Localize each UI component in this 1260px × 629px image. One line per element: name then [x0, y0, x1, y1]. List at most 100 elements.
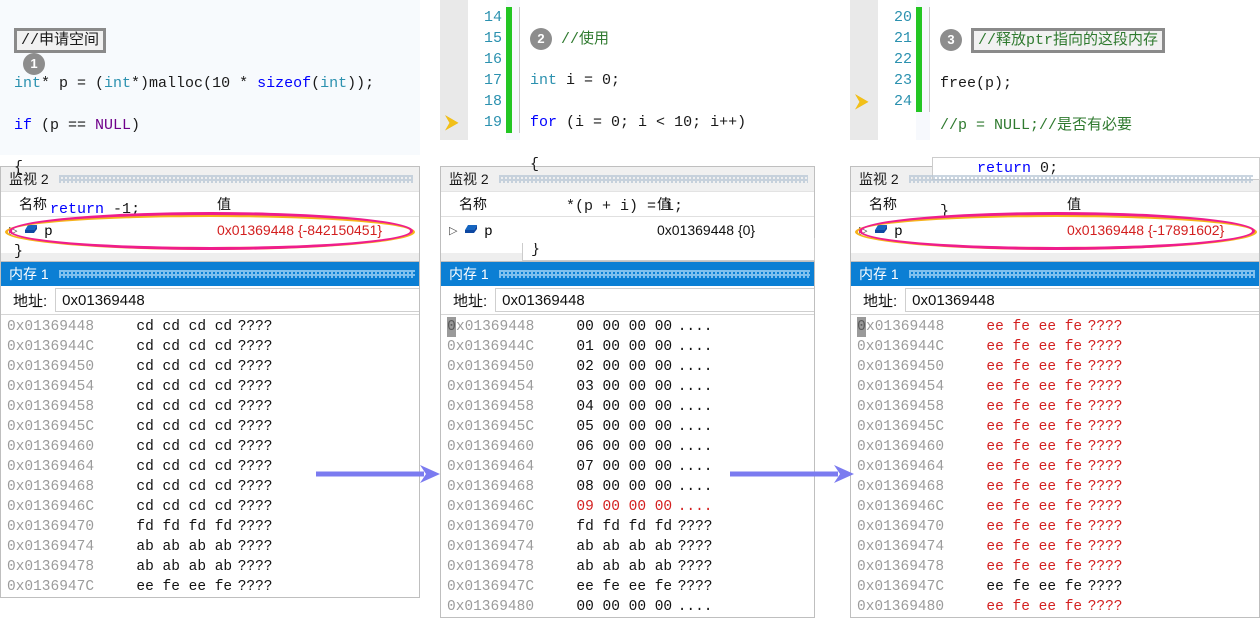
memory-row-ascii: ????	[229, 319, 273, 335]
memory-row[interactable]: 0x0136946C cd cd cd cd ????	[1, 497, 419, 517]
memory-row-bytes: ee fe ee fe	[969, 499, 1083, 515]
memory-row[interactable]: 0x01369460 ee fe ee fe ????	[851, 437, 1259, 457]
memory-row-bytes: 04 00 00 00	[559, 399, 673, 415]
memory-row[interactable]: 0x01369464 ee fe ee fe ????	[851, 457, 1259, 477]
memory-row[interactable]: 0x01369450 02 00 00 00 ....	[441, 357, 814, 377]
flow-arrow-1-to-2	[316, 465, 440, 483]
memory-row-bytes: ee fe ee fe	[969, 439, 1083, 455]
memory-row[interactable]: 0x01369468 ee fe ee fe ????	[851, 477, 1259, 497]
memory-row-address: 0x01369460	[7, 439, 95, 455]
expand-triangle-icon[interactable]: ▷	[9, 224, 17, 237]
memory-row[interactable]: 0x0136946C ee fe ee fe ????	[851, 497, 1259, 517]
memory-row-ascii: ....	[669, 459, 713, 475]
memory-row-ascii: ....	[669, 479, 713, 495]
memory-row[interactable]: 0x01369454 cd cd cd cd ????	[1, 377, 419, 397]
memory-row-ascii: ????	[669, 539, 713, 555]
memory-row[interactable]: 0x01369474 ee fe ee fe ????	[851, 537, 1259, 557]
memory-row[interactable]: 0x01369460 cd cd cd cd ????	[1, 437, 419, 457]
memory-row[interactable]: 0x01369450 cd cd cd cd ????	[1, 357, 419, 377]
memory-row-address: 0x01369450	[7, 359, 95, 375]
memory-row[interactable]: 0x01369454 ee fe ee fe ????	[851, 377, 1259, 397]
memory-row[interactable]: 0x01369470 fd fd fd fd ????	[441, 517, 814, 537]
memory-address-bar[interactable]: 地址: 0x01369448	[851, 286, 1259, 315]
memory-row[interactable]: 0x01369458 04 00 00 00 ....	[441, 397, 814, 417]
memory-row[interactable]: 0x0136944C cd cd cd cd ????	[1, 337, 419, 357]
code-editor-2[interactable]: ⮞ 14 15 16 17 18 19 2 //使用 int i = 0; for (i …	[440, 0, 815, 261]
memory-row[interactable]: 0x01369478 ee fe ee fe ????	[851, 557, 1259, 577]
memory-row[interactable]: 0x01369458 cd cd cd cd ????	[1, 397, 419, 417]
memory-row-ascii: ....	[669, 359, 713, 375]
title-dots	[908, 270, 1255, 278]
memory-row[interactable]: 0x01369448 ee fe ee fe ????	[851, 317, 1259, 337]
memory-row[interactable]: 0x01369470 fd fd fd fd ????	[1, 517, 419, 537]
memory-row[interactable]: 0x0136947C ee fe ee fe ????	[851, 577, 1259, 597]
memory-row[interactable]: 0x01369474 ab ab ab ab ????	[1, 537, 419, 557]
memory-row[interactable]: 0x0136946C 09 00 00 00 ....	[441, 497, 814, 517]
memory-row[interactable]: 0x01369478 ab ab ab ab ????	[1, 557, 419, 577]
memory-row[interactable]: 0x01369478 ab ab ab ab ????	[441, 557, 814, 577]
memory-row-ascii: ????	[1079, 479, 1123, 495]
memory-row-ascii: ????	[229, 479, 273, 495]
title-dots	[908, 175, 1253, 183]
memory-row[interactable]: 0x01369474 ab ab ab ab ????	[441, 537, 814, 557]
memory-row-bytes: 07 00 00 00	[559, 459, 673, 475]
memory-row[interactable]: 0x0136947C ee fe ee fe ????	[441, 577, 814, 597]
memory-row[interactable]: 0x0136945C cd cd cd cd ????	[1, 417, 419, 437]
editor-breakpoint-gutter[interactable]: ⮞	[440, 0, 468, 140]
memory-row-address: 0x0136946C	[857, 499, 945, 515]
memory-row-address: 0x0136945C	[7, 419, 95, 435]
step-badge-2: 2	[530, 28, 552, 50]
editor-breakpoint-gutter[interactable]: ⮞	[850, 0, 878, 140]
memory-row-address: 0x01369460	[857, 439, 945, 455]
code-text-3: 3 //释放ptr指向的这段内存 free(p); //p = NULL;//是…	[930, 0, 1260, 220]
memory-row[interactable]: 0x01369470 ee fe ee fe ????	[851, 517, 1259, 537]
memory-row-ascii: ????	[669, 519, 713, 535]
expand-triangle-icon[interactable]: ▷	[449, 224, 457, 237]
memory-row[interactable]: 0x01369454 03 00 00 00 ....	[441, 377, 814, 397]
memory-row-bytes: fd fd fd fd	[119, 519, 233, 535]
memory-row-ascii: ????	[229, 559, 273, 575]
memory-row[interactable]: 0x01369448 cd cd cd cd ????	[1, 317, 419, 337]
memory-row[interactable]: 0x01369480 00 00 00 00 ....	[441, 597, 814, 617]
memory-row-bytes: cd cd cd cd	[119, 379, 233, 395]
expand-triangle-icon[interactable]: ▷	[859, 224, 867, 237]
watch-row[interactable]: ▷ p 0x01369448 {0}	[441, 217, 814, 243]
memory-row[interactable]: 0x0136944C 01 00 00 00 ....	[441, 337, 814, 357]
watch-row-name-cell[interactable]: ▷ p	[851, 222, 1061, 238]
memory-row-ascii: ????	[229, 519, 273, 535]
memory-row[interactable]: 0x01369450 ee fe ee fe ????	[851, 357, 1259, 377]
address-input[interactable]: 0x01369448	[905, 288, 1259, 312]
watch-row-name-cell[interactable]: ▷ p	[441, 222, 651, 238]
memory-row[interactable]: 0x01369448 00 00 00 00 ....	[441, 317, 814, 337]
memory-row-address: 0x01369478	[857, 559, 945, 575]
memory-row-bytes: ee fe ee fe	[969, 579, 1083, 595]
watch-variable-value: 0x01369448 {-842150451}	[217, 222, 383, 238]
watch-row-name-cell[interactable]: ▷ p	[1, 222, 211, 238]
memory-row-ascii: ????	[229, 579, 273, 595]
memory-row-bytes: cd cd cd cd	[119, 459, 233, 475]
memory-row[interactable]: 0x0136947C ee fe ee fe ????	[1, 577, 419, 597]
memory-row[interactable]: 0x0136944C ee fe ee fe ????	[851, 337, 1259, 357]
memory-row-address: 0x01369458	[7, 399, 95, 415]
watch-row[interactable]: ▷ p 0x01369448 {-17891602}	[851, 212, 1259, 250]
code-editor-1[interactable]: //申请空间 1 int* p = (int*)malloc(10 * size…	[0, 0, 420, 260]
memory-row[interactable]: 0x0136945C 05 00 00 00 ....	[441, 417, 814, 437]
memory-row-bytes: 05 00 00 00	[559, 419, 673, 435]
code-line: *(p + i) = i;	[530, 198, 684, 215]
memory-row-bytes: cd cd cd cd	[119, 419, 233, 435]
code-editor-3[interactable]: ⮞ 20 21 22 23 24 3 //释放ptr指向的这段内存 free(p); /…	[850, 0, 1260, 220]
watch-row[interactable]: ▷ p 0x01369448 {-842150451}	[1, 212, 419, 250]
code-comment: //p = NULL;//是否有必要	[940, 117, 1133, 134]
code-line: int* p = (int*)malloc(10 * sizeof(int));	[14, 75, 375, 92]
memory-row-address: 0x01369480	[857, 599, 945, 615]
memory-row-ascii: ....	[669, 499, 713, 515]
memory-row-address: 0x01369450	[857, 359, 945, 375]
memory-row-address: 0x0136946C	[7, 499, 95, 515]
memory-row-bytes: ee fe ee fe	[969, 399, 1083, 415]
step-badge-1: 1	[23, 53, 46, 75]
memory-row[interactable]: 0x01369480 ee fe ee fe ????	[851, 597, 1259, 617]
memory-row[interactable]: 0x01369460 06 00 00 00 ....	[441, 437, 814, 457]
memory-row[interactable]: 0x0136945C ee fe ee fe ????	[851, 417, 1259, 437]
memory-row[interactable]: 0x01369458 ee fe ee fe ????	[851, 397, 1259, 417]
editor-line-numbers: 14 15 16 17 18 19	[468, 0, 506, 140]
